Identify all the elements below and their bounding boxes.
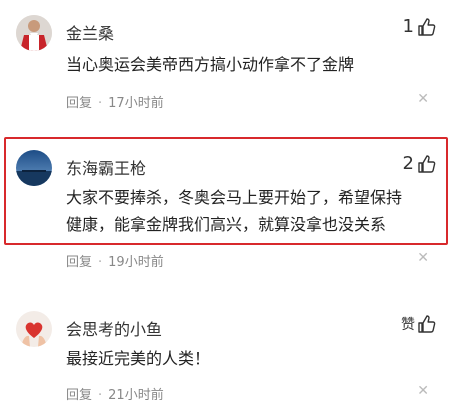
timestamp: 17小时前: [108, 96, 164, 111]
reply-button[interactable]: 回复: [66, 388, 92, 403]
close-icon[interactable]: ✕: [417, 91, 429, 107]
close-icon[interactable]: ✕: [417, 250, 429, 266]
comment-meta: 回复 · 19小时前: [66, 251, 164, 270]
username[interactable]: 会思考的小鱼: [66, 316, 162, 340]
username[interactable]: 东海霸王枪: [66, 155, 146, 179]
meta-separator: ·: [98, 96, 103, 111]
thumbs-up-icon: [418, 315, 436, 333]
comment-meta: 回复 · 21小时前: [66, 384, 164, 403]
sea-avatar-icon: [16, 150, 52, 186]
close-icon[interactable]: ✕: [417, 383, 429, 399]
thumbs-up-icon: [418, 154, 436, 173]
meta-separator: ·: [98, 388, 103, 403]
heart-hands-avatar-icon: [16, 311, 52, 347]
comment-text: 最接近完美的人类！: [66, 345, 421, 372]
like-button[interactable]: 赞: [401, 314, 437, 334]
username[interactable]: 金兰桑: [66, 20, 114, 44]
avatar[interactable]: [16, 311, 52, 347]
like-count: 赞: [401, 317, 415, 333]
comment-text: 大家不要捧杀，冬奥会马上要开始了，希望保持 健康，能拿金牌我们高兴，就算没拿也没…: [66, 184, 421, 238]
reply-button[interactable]: 回复: [66, 255, 92, 270]
meta-separator: ·: [98, 255, 103, 270]
comment-text-line: 健康，能拿金牌我们高兴，就算没拿也没关系: [66, 215, 387, 234]
timestamp: 21小时前: [108, 388, 164, 403]
comment-text: 当心奥运会美帝西方搞小动作拿不了金牌: [66, 51, 421, 78]
like-button[interactable]: 1: [403, 16, 437, 37]
avatar[interactable]: [16, 15, 52, 51]
reply-button[interactable]: 回复: [66, 96, 92, 111]
comment-meta: 回复 · 17小时前: [66, 92, 164, 111]
like-count: 1: [402, 16, 414, 37]
comment-text-line: 最接近完美的人类！: [66, 349, 211, 368]
comment-text-line: 当心奥运会美帝西方搞小动作拿不了金牌: [66, 55, 355, 74]
timestamp: 19小时前: [108, 255, 164, 270]
jersey-avatar-icon: [16, 15, 52, 51]
thumbs-up-icon: [418, 17, 436, 36]
comment-text-line: 大家不要捧杀，冬奥会马上要开始了，希望保持: [66, 188, 403, 207]
like-count: 2: [402, 153, 414, 174]
avatar[interactable]: [16, 150, 52, 186]
like-button[interactable]: 2: [403, 153, 437, 174]
